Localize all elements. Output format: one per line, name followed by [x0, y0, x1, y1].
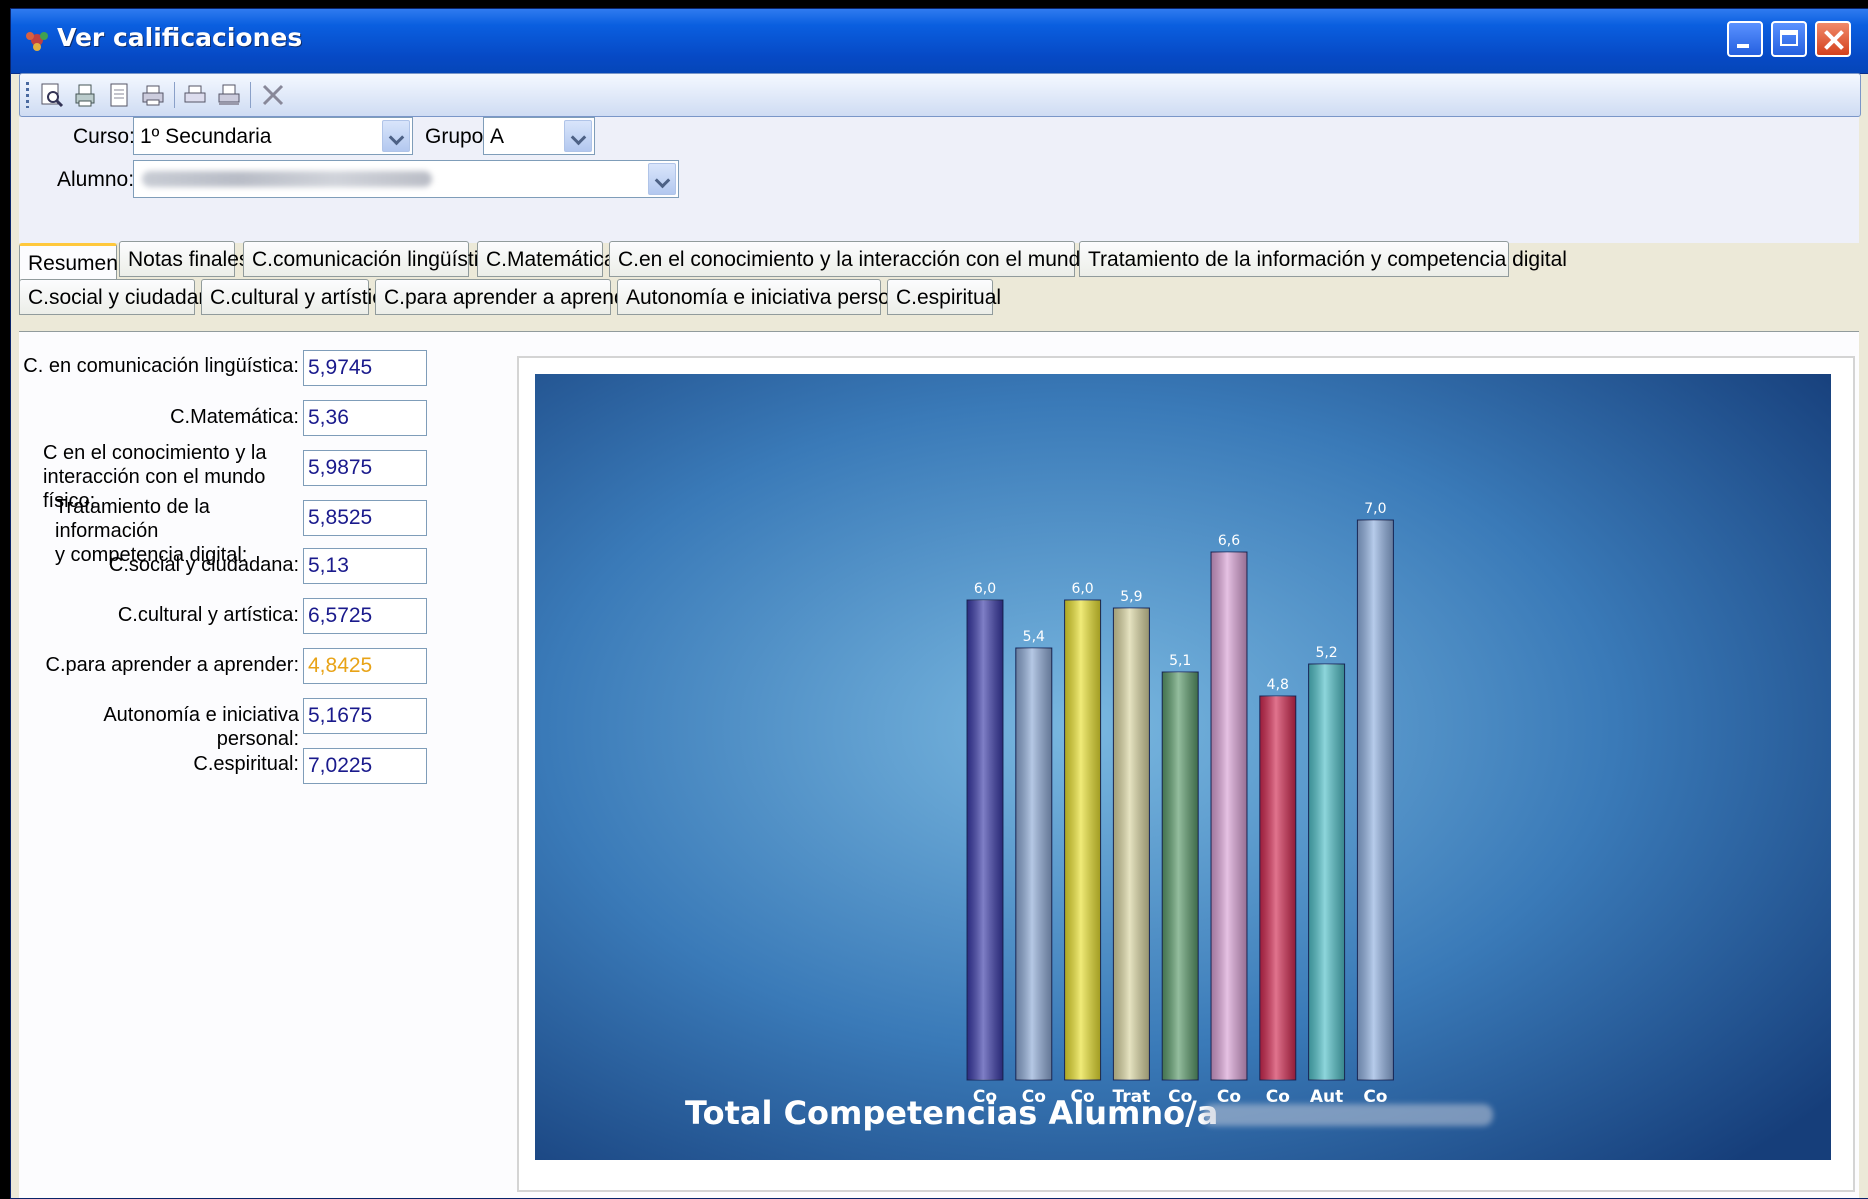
- bar-shading-6: [1259, 696, 1296, 1080]
- tab-social-ciudadana[interactable]: C.social y ciudadana: [19, 279, 222, 315]
- field-value-social[interactable]: 5,13: [303, 548, 427, 584]
- field-value-conocimiento[interactable]: 5,9875: [303, 450, 427, 486]
- grupo-value: A: [490, 125, 505, 148]
- bar-data-label-2: 6,0: [1071, 581, 1093, 597]
- redacted-student-name: [142, 171, 432, 187]
- toolbar-grip[interactable]: [26, 82, 29, 108]
- field-value-aprender[interactable]: 4,8425: [303, 648, 427, 684]
- printer-icon[interactable]: [140, 82, 166, 108]
- field-label-social: C.social y ciudadana:: [108, 554, 299, 576]
- bar-shading-3: [1113, 608, 1150, 1080]
- bar-shading-1: [1015, 648, 1052, 1080]
- curso-select[interactable]: 1º Secundaria: [133, 117, 413, 155]
- tab-conocimiento-mundo-fisico[interactable]: C.en el conocimiento y la interacción co…: [609, 241, 1147, 277]
- print-preview-icon[interactable]: [72, 82, 98, 108]
- title-bar[interactable]: Ver calificaciones: [11, 9, 1868, 74]
- toolbar-separator: [250, 82, 251, 108]
- bar-data-label-0: 6,0: [974, 581, 996, 597]
- chart-frame: 6,0 5,4 6,0 5,9 5,1 6,6 4,8 5,2 7,0 Co Co Co Trat Co…: [517, 356, 1855, 1192]
- field-label-tratamiento-line1: Tratamiento de la información: [55, 496, 210, 542]
- window-title: Ver calificaciones: [57, 23, 303, 52]
- field-value-autonomia[interactable]: 5,1675: [303, 698, 427, 734]
- app-icon: [26, 32, 48, 51]
- bar-data-label-8: 7,0: [1364, 501, 1386, 517]
- chevron-down-icon[interactable]: [564, 120, 592, 152]
- field-label-conocimiento-line1: C en el conocimiento y la: [43, 442, 267, 464]
- bar-data-label-4: 5,1: [1169, 653, 1191, 669]
- tab-strip: Resumen Notas finales C.comunicación lin…: [19, 241, 1859, 331]
- bar-shading-4: [1162, 672, 1199, 1080]
- field-label-autonomia: Autonomía e iniciativa personal:: [103, 704, 299, 750]
- tab-resumen[interactable]: Resumen: [19, 243, 118, 283]
- redacted-student-name-chart: [1203, 1104, 1493, 1126]
- close-button[interactable]: [1815, 21, 1851, 57]
- tab-espiritual[interactable]: C.espiritual: [887, 279, 1001, 315]
- tab-tratamiento-informacion[interactable]: Tratamiento de la información y competen…: [1079, 241, 1567, 277]
- field-value-comunicacion[interactable]: 5,9745: [303, 350, 427, 386]
- field-label-comunicacion: C. en comunicación lingüística:: [23, 355, 299, 377]
- chevron-down-icon[interactable]: [648, 163, 676, 195]
- bar-data-label-7: 5,2: [1315, 645, 1337, 661]
- minimize-button[interactable]: [1727, 21, 1763, 57]
- close-tools-icon[interactable]: [260, 82, 286, 108]
- chevron-down-icon[interactable]: [382, 120, 410, 152]
- bar-data-label-3: 5,9: [1120, 589, 1142, 605]
- print-icon[interactable]: [182, 82, 208, 108]
- grupo-select[interactable]: A: [483, 117, 595, 155]
- bar-data-label-1: 5,4: [1023, 629, 1045, 645]
- toolbar-separator: [174, 82, 175, 108]
- field-value-cultural[interactable]: 6,5725: [303, 598, 427, 634]
- filter-form: Curso: 1º Secundaria Grupo: A Alumno:: [19, 117, 1859, 243]
- field-label-aprender: C.para aprender a aprender:: [45, 654, 300, 676]
- bar-shading-5: [1211, 552, 1247, 1080]
- field-label-cultural: C.cultural y artística:: [117, 604, 299, 626]
- bar-shading-0: [967, 600, 1003, 1080]
- bar-shading-8: [1357, 520, 1394, 1080]
- tab-notas-finales[interactable]: Notas finales: [119, 241, 249, 277]
- bar-shading-7: [1308, 664, 1345, 1080]
- bar-data-label-5: 6,6: [1218, 533, 1240, 549]
- tab-autonomia-iniciativa[interactable]: Autonomía e iniciativa personal: [617, 279, 918, 315]
- field-label-espiritual: C.espiritual:: [193, 753, 299, 775]
- tab-aprender-a-aprender[interactable]: C.para aprender a aprender: [375, 279, 644, 315]
- chart-title: Total Competencias Alumno/a: [685, 1094, 1218, 1132]
- alumno-label: Alumno:: [57, 168, 135, 191]
- grupo-label: Grupo:: [425, 125, 490, 148]
- bar-shading-2: [1064, 600, 1101, 1080]
- toolbar: [19, 73, 1861, 117]
- main-window: Ver calificaciones Curso: 1º Secundaria …: [10, 8, 1868, 1199]
- field-value-espiritual[interactable]: 7,0225: [303, 748, 427, 784]
- export-icon[interactable]: [216, 82, 242, 108]
- field-value-tratamiento[interactable]: 5,8525: [303, 500, 427, 536]
- tab-matematica[interactable]: C.Matemática: [477, 241, 616, 277]
- preview-icon[interactable]: [38, 82, 64, 108]
- maximize-button[interactable]: [1771, 21, 1807, 57]
- curso-label: Curso:: [73, 125, 135, 148]
- competencias-chart: 6,05,46,0 5,95,16,64,85,27,0 Co Co Co Trat Co…: [535, 374, 1831, 1160]
- tab-cultural-artistica[interactable]: C.cultural y artística: [201, 279, 394, 315]
- tab-comunicacion-linguistica[interactable]: C.comunicación lingüística: [243, 241, 501, 277]
- bar-data-label-6: 4,8: [1267, 677, 1289, 693]
- curso-value: 1º Secundaria: [140, 125, 272, 148]
- alumno-select[interactable]: [133, 160, 679, 198]
- field-label-matematica: C.Matemática:: [170, 406, 299, 428]
- summary-panel: C. en comunicación lingüística: 5,9745 C…: [19, 331, 1859, 1198]
- field-value-matematica[interactable]: 5,36: [303, 400, 427, 436]
- document-icon[interactable]: [106, 82, 132, 108]
